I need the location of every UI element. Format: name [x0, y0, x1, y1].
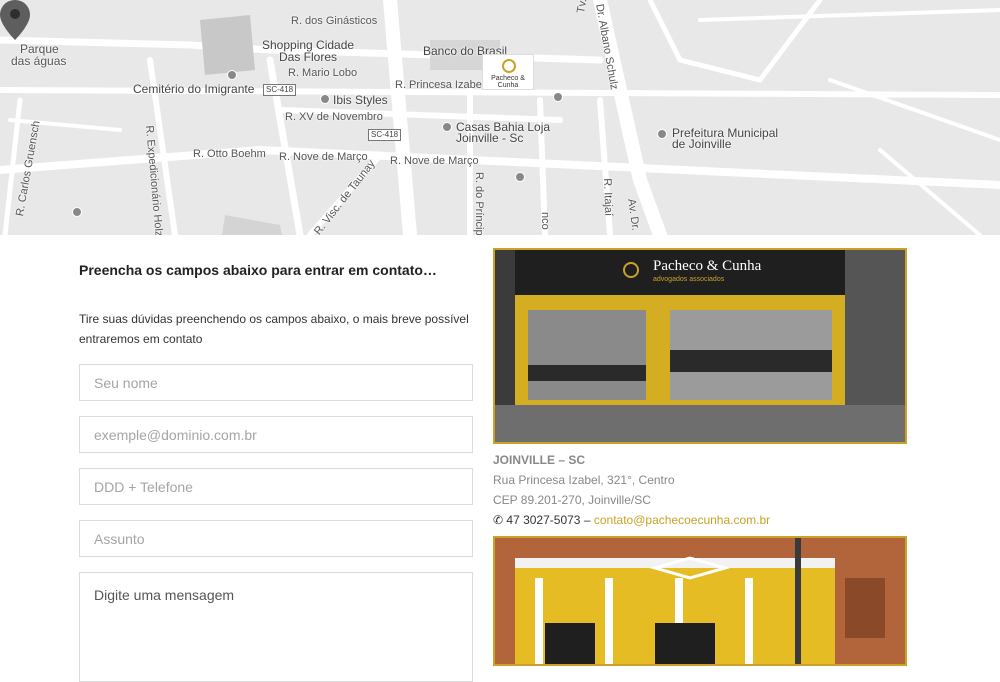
- poi-icon: [515, 172, 525, 182]
- office-photo-2: [493, 536, 907, 666]
- map-label: R. XV de Novembro: [285, 111, 383, 123]
- bus-icon: [553, 92, 563, 102]
- map-label: R. Princesa Izabel: [395, 79, 485, 91]
- contact-separator: –: [583, 513, 591, 527]
- map-label: R. Otto Boehm: [193, 148, 266, 160]
- cemetery-icon: [227, 70, 237, 80]
- name-input[interactable]: [79, 364, 473, 401]
- map-label: R. Nove de Março: [390, 155, 479, 167]
- office-info: Pacheco & Cunha advogados associados JOI…: [493, 248, 907, 666]
- form-heading: Preencha os campos abaixo para entrar em…: [79, 262, 437, 278]
- map-label: Cemitério do Imigrante: [133, 82, 255, 96]
- store-icon: [442, 122, 452, 132]
- phone-input[interactable]: [79, 468, 473, 505]
- postal-code: CEP 89.201-270, Joinville/SC: [493, 493, 651, 507]
- subject-input[interactable]: [79, 520, 473, 557]
- sign-subtitle: advogados associados: [653, 276, 725, 283]
- brand-marker-label: Pacheco & Cunha: [491, 75, 525, 89]
- email-link[interactable]: contato@pachecoecunha.com.br: [594, 513, 770, 527]
- map-label: R. do Príncipe: [473, 172, 485, 235]
- city-label: JOINVILLE – SC: [493, 453, 586, 467]
- brand-logo-icon: [502, 59, 516, 73]
- hotel-icon: [320, 94, 330, 104]
- phone-icon: ✆: [493, 513, 504, 527]
- contact-form: Preencha os campos abaixo para entrar em…: [79, 248, 473, 682]
- map-label: das águas: [11, 54, 67, 68]
- map-label: R. Mario Lobo: [288, 67, 358, 79]
- poi-icon: [72, 207, 82, 217]
- highway-shield: SC-418: [263, 84, 297, 96]
- office-building-image: [495, 538, 905, 664]
- street-address: Rua Princesa Izabel, 321°, Centro: [493, 473, 675, 487]
- building-icon: [657, 129, 667, 139]
- highway-shield: SC-418: [368, 129, 402, 141]
- brand-marker[interactable]: Pacheco & Cunha: [482, 54, 534, 90]
- office-photo: Pacheco & Cunha advogados associados: [493, 248, 907, 444]
- map-label: R. Itajaí: [601, 178, 615, 217]
- message-textarea[interactable]: [79, 572, 473, 682]
- form-intro: Tire suas dúvidas preenchendo os campos …: [79, 312, 469, 346]
- address-block: JOINVILLE – SC Rua Princesa Izabel, 321°…: [493, 450, 907, 530]
- map-label: de Joinville: [672, 137, 732, 151]
- sign-title: Pacheco & Cunha: [653, 258, 762, 274]
- email-input[interactable]: [79, 416, 473, 453]
- location-pin-icon[interactable]: [0, 0, 30, 40]
- map-label: R. dos Ginásticos: [291, 15, 378, 27]
- map-label: Das Flores: [279, 50, 338, 64]
- map-label: nco: [539, 212, 551, 230]
- map-label: Ibis Styles: [333, 93, 388, 107]
- map-label: R. Nove de Março: [279, 151, 368, 163]
- map-label: Joinville - Sc: [456, 131, 524, 145]
- location-map[interactable]: R. dos Ginásticos Parque das águas Shopp…: [0, 0, 1000, 235]
- phone-number[interactable]: 47 3027-5073: [506, 513, 580, 527]
